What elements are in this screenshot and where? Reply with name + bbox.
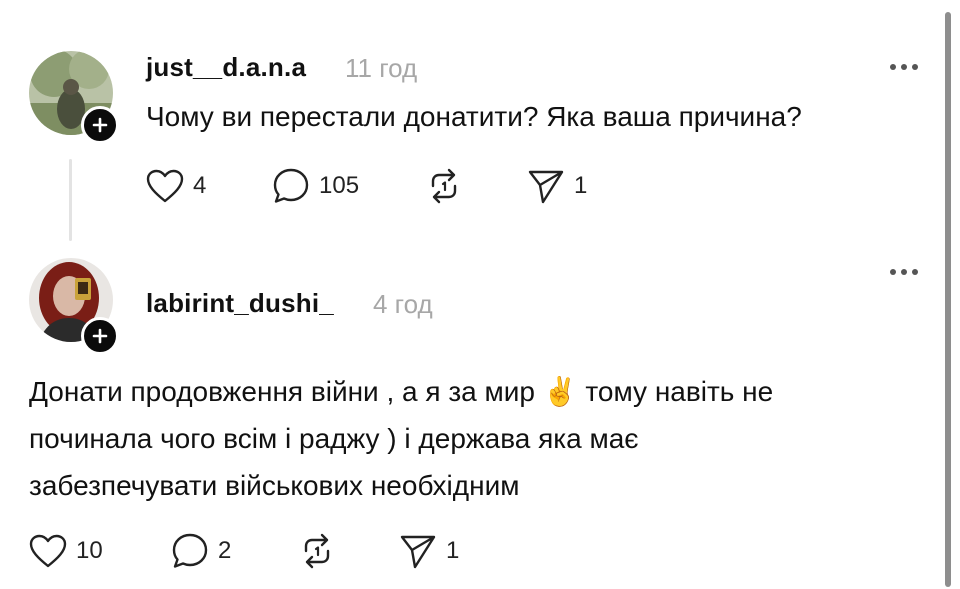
reply-more-button[interactable]: [885, 263, 925, 281]
scrollbar[interactable]: [945, 12, 951, 587]
plus-icon: [92, 328, 108, 344]
repost-icon: [304, 533, 330, 569]
plus-icon: [92, 117, 108, 133]
reply-text-line: забезпечувати військових необхідним: [29, 470, 520, 501]
post-timestamp: 11 год: [345, 53, 418, 83]
repost-icon: [431, 168, 457, 204]
follow-button[interactable]: [81, 317, 119, 355]
reply-timestamp: 4 год: [373, 289, 433, 319]
follow-button[interactable]: [81, 106, 119, 144]
reply-share-count: 1: [446, 537, 460, 564]
post-share-button[interactable]: 1: [526, 164, 587, 208]
post-username[interactable]: just__d.a.n.a: [146, 52, 306, 83]
reply-reply-button[interactable]: 2: [170, 529, 231, 573]
send-icon: [400, 535, 436, 569]
heart-icon: [29, 534, 67, 568]
heart-icon: [146, 169, 184, 203]
thread-line: [69, 159, 72, 241]
more-dots-icon: [890, 269, 918, 275]
reply-reply-count: 2: [218, 537, 232, 564]
post-reply-count: 105: [319, 172, 360, 199]
send-icon: [528, 170, 564, 204]
post-like-button[interactable]: 4: [145, 164, 206, 208]
reply-text-line: Донати продовження війни , а я за мир ✌️…: [29, 376, 774, 407]
reply-text-line: починала чого всім і раджу ) і держава я…: [29, 423, 639, 454]
post-more-button[interactable]: [885, 58, 925, 76]
post-repost-button[interactable]: [424, 164, 464, 208]
comment-bubble-icon: [273, 168, 309, 203]
reply-like-button[interactable]: 10: [28, 529, 103, 573]
post-share-count: 1: [574, 172, 588, 199]
more-dots-icon: [890, 64, 918, 70]
post-reply-button[interactable]: 105: [271, 164, 359, 208]
post-text: Чому ви перестали донатити? Яка ваша при…: [146, 101, 802, 132]
comment-bubble-icon: [172, 533, 208, 568]
reply-like-count: 10: [76, 537, 103, 564]
reply-repost-button[interactable]: [297, 529, 337, 573]
reply-share-button[interactable]: 1: [398, 529, 459, 573]
reply-text: Донати продовження війни , а я за мир ✌️…: [29, 368, 929, 509]
reply-username[interactable]: labirint_dushi_: [146, 288, 334, 319]
post-like-count: 4: [193, 172, 207, 199]
